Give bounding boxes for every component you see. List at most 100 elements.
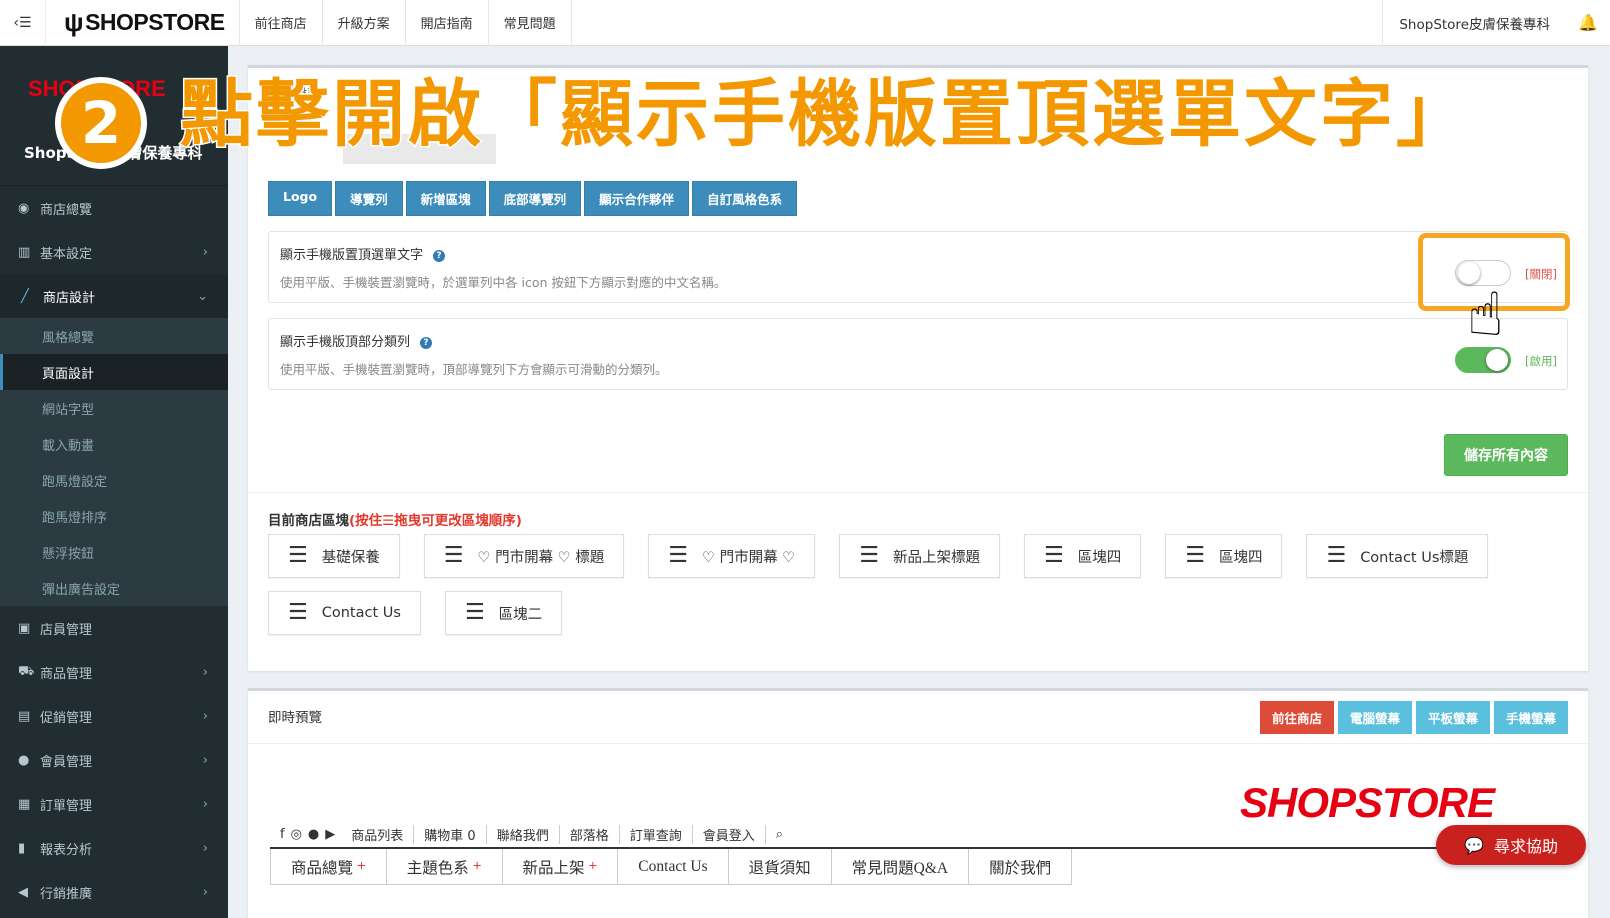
preview-mobile-button[interactable]: 手機螢幕 <box>1493 701 1568 734</box>
sidebar-item-members[interactable]: ● 會員管理 › <box>0 738 228 782</box>
sidebar-toggle-button[interactable]: ‹☰ <box>0 0 46 46</box>
tab-logo[interactable]: Logo <box>268 181 333 216</box>
block-item[interactable]: ☰ Contact Us標題 <box>1306 534 1489 578</box>
sidebar-item-reports[interactable]: ▮ 報表分析 › <box>0 826 228 870</box>
instagram-icon[interactable]: ◎ <box>291 827 302 842</box>
drag-handle-icon[interactable]: ☰ <box>1044 545 1064 567</box>
preview-desktop-button[interactable]: 電腦螢幕 <box>1337 701 1412 734</box>
preview-menu-item[interactable]: 主題色系 + <box>386 849 503 885</box>
sidebar-sub-marquee-order[interactable]: 跑馬燈排序 <box>0 498 228 534</box>
sidebar-item-staff[interactable]: ▣ 店員管理 <box>0 606 228 650</box>
nav-guide[interactable]: 開店指南 <box>406 0 489 46</box>
preview-menu-item[interactable]: 新品上架 + <box>502 849 619 885</box>
preview-main-menu: 商品總覽 + 主題色系 + 新品上架 + Contact Us 退貨須知 常見問題Q&… <box>270 847 1568 885</box>
instruction-caption: 點擊開啟「顯示手機版置頂選單文字」 <box>179 72 1472 157</box>
option-mobile-category-bar: 顯示手機版頂部分類列? 使用平版、手機裝置瀏覽時，頂部導覽列下方會顯示可滑動的分… <box>268 318 1568 390</box>
block-item[interactable]: ☰ 區塊四 <box>1165 534 1283 578</box>
youtube-icon[interactable]: ▶ <box>325 827 335 842</box>
store-blocks-list: ☰ 基礎保養 ☰ ♡ 門市開幕 ♡ 標題 ☰ ♡ 門市開幕 ♡ ☰ 新品上架標題 ☰ 區塊… <box>268 534 1568 635</box>
sidebar-item-marketing[interactable]: ◀ 行銷推廣 › <box>0 870 228 914</box>
drag-handle-icon[interactable]: ☰ <box>668 545 688 567</box>
block-item[interactable]: ☰ 區塊四 <box>1023 534 1142 578</box>
cart-icon: ⛟ <box>18 663 35 679</box>
block-item[interactable]: ☰ 新品上架標題 <box>839 534 1000 578</box>
preview-menu-item[interactable]: 關於我們 <box>969 849 1073 885</box>
preview-menu-item[interactable]: 常見問題Q&A <box>831 849 970 885</box>
preview-menu-item[interactable]: Contact Us <box>618 849 729 885</box>
drag-handle-icon[interactable]: ☰ <box>444 545 464 567</box>
drag-handle-icon[interactable]: ☰ <box>859 545 879 567</box>
tab-partners[interactable]: 顯示合作夥伴 <box>584 181 690 216</box>
drag-handle-icon[interactable]: ☰ <box>288 545 308 567</box>
sidebar-item-store-design[interactable]: ╱ 商店設計 ⌄ <box>0 274 228 318</box>
users-icon: ● <box>18 752 30 768</box>
line-icon[interactable]: ● <box>308 827 319 842</box>
sidebar-sub-style-overview[interactable]: 風格總覽 <box>0 318 228 354</box>
block-item[interactable]: ☰ ♡ 門市開幕 ♡ 標題 <box>423 534 625 578</box>
chevron-right-icon: › <box>202 840 208 856</box>
sidebar-item-overview[interactable]: ◉ 商店總覽 <box>0 186 228 230</box>
help-icon[interactable]: ? <box>420 337 433 349</box>
sidebar-sub-loading[interactable]: 載入動畫 <box>0 426 228 462</box>
preview-go-store-button[interactable]: 前往商店 <box>1259 701 1334 734</box>
chevron-right-icon: › <box>202 708 208 724</box>
tab-navbar[interactable]: 導覽列 <box>335 181 403 216</box>
block-item[interactable]: ☰ ♡ 門市開幕 ♡ <box>648 534 816 578</box>
sidebar-sub-marquee-settings[interactable]: 跑馬燈設定 <box>0 462 228 498</box>
preview-title: 即時預覽 <box>268 710 322 726</box>
help-button[interactable]: 💬 尋求協助 <box>1436 825 1586 865</box>
sidebar-sub-popup-ad[interactable]: 彈出廣告設定 <box>0 570 228 606</box>
top-nav: 前往商店 升級方案 開店指南 常見問題 <box>240 0 572 46</box>
preview-link-login[interactable]: 會員登入 <box>693 825 766 844</box>
top-bar: ‹☰ ψ SHOPSTORE 前往商店 升級方案 開店指南 常見問題 ShopSt… <box>0 0 1610 46</box>
bell-icon[interactable]: 🔔 <box>1566 13 1610 32</box>
drag-handle-icon[interactable]: ☰ <box>1326 545 1346 567</box>
drag-handle-icon[interactable]: ☰ <box>288 602 308 624</box>
preview-menu-item[interactable]: 退貨須知 <box>728 849 832 885</box>
store-name[interactable]: ShopStore皮膚保養專科 <box>1382 0 1566 46</box>
block-item[interactable]: ☰ 區塊二 <box>444 591 563 635</box>
nav-faq[interactable]: 常見問題 <box>489 0 572 46</box>
drag-handle-icon[interactable]: ☰ <box>465 602 485 624</box>
block-item[interactable]: ☰ 基礎保養 <box>268 534 400 578</box>
sidebar: SHOPSTORE ShopStore皮膚保養專科 ◉商店總覽 ▥基本設定› ╱… <box>0 46 228 918</box>
sidebar-item-orders[interactable]: ▦ 訂單管理 › <box>0 782 228 826</box>
search-icon[interactable]: ⌕ <box>776 827 783 842</box>
sidebar-sub-page-design[interactable]: 頁面設計 <box>0 354 228 390</box>
sidebar-sub-float-button[interactable]: 懸浮按鈕 <box>0 534 228 570</box>
drag-handle-icon[interactable]: ☰ <box>1185 545 1205 567</box>
help-icon[interactable]: ? <box>433 250 446 262</box>
preview-buttons: 前往商店 電腦螢幕 平板螢幕 手機螢幕 <box>1259 701 1568 734</box>
preview-menu-item[interactable]: 商品總覽 + <box>270 849 387 885</box>
bank-icon: ▥ <box>18 244 31 260</box>
tab-custom-colors[interactable]: 自訂風格色系 <box>692 181 798 216</box>
top-logo[interactable]: ψ SHOPSTORE <box>46 0 240 46</box>
nav-go-store[interactable]: 前往商店 <box>240 0 323 46</box>
lock-icon: ▣ <box>18 620 31 636</box>
save-all-button[interactable]: 儲存所有內容 <box>1444 434 1568 476</box>
chevron-right-icon: › <box>202 796 208 812</box>
sidebar-item-products[interactable]: ⛟ 商品管理 › <box>0 650 228 694</box>
sidebar-sub-fonts[interactable]: 網站字型 <box>0 390 228 426</box>
blocks-title: 目前商店區塊(按住☰拖曳可更改區塊順序) <box>268 513 522 529</box>
preview-link-orders[interactable]: 訂單查詢 <box>620 825 693 844</box>
nav-upgrade[interactable]: 升級方案 <box>323 0 406 46</box>
facebook-icon[interactable]: f <box>280 827 285 842</box>
sidebar-item-basic-settings[interactable]: ▥ 基本設定 › <box>0 230 228 274</box>
bullhorn-icon: ◀ <box>18 884 28 900</box>
divider <box>248 492 1588 493</box>
option-desc: 使用平版、手機裝置瀏覽時，頂部導覽列下方會顯示可滑動的分類列。 <box>280 362 668 377</box>
option-desc: 使用平版、手機裝置瀏覽時，於選單列中各 icon 按鈕下方顯示對應的中文名稱。 <box>280 275 727 290</box>
preview-link-cart[interactable]: 購物車 0 <box>414 825 487 844</box>
option-title: 顯示手機版頂部分類列 <box>280 335 411 350</box>
preview-link-blog[interactable]: 部落格 <box>560 825 620 844</box>
preview-tablet-button[interactable]: 平板螢幕 <box>1415 701 1490 734</box>
preview-link-products[interactable]: 商品列表 <box>341 825 415 844</box>
sidebar-item-promotions[interactable]: ▤ 促銷管理 › <box>0 694 228 738</box>
preview-link-contact[interactable]: 聯絡我們 <box>487 825 560 844</box>
tab-add-block[interactable]: 新增區塊 <box>405 181 486 216</box>
block-item[interactable]: ☰ Contact Us <box>268 591 421 635</box>
tab-footer-nav[interactable]: 底部導覽列 <box>488 181 582 216</box>
bar-chart-icon: ▮ <box>18 840 26 856</box>
mobile-category-bar-toggle[interactable] <box>1455 347 1511 373</box>
